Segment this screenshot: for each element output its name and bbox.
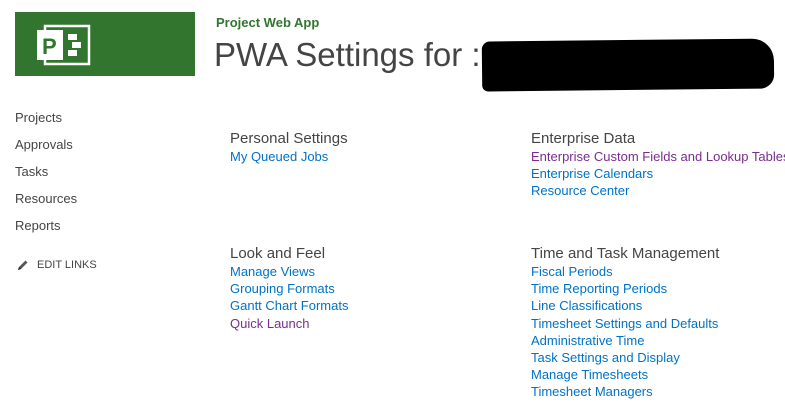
nav-item-projects[interactable]: Projects	[15, 109, 77, 136]
link-resource-center[interactable]: Resource Center	[531, 182, 785, 199]
pencil-icon	[18, 260, 28, 270]
project-logo-icon: P	[37, 24, 91, 66]
link-task-settings-and-display[interactable]: Task Settings and Display	[531, 349, 719, 366]
link-enterprise-calendars[interactable]: Enterprise Calendars	[531, 165, 785, 182]
link-my-queued-jobs[interactable]: My Queued Jobs	[230, 148, 348, 165]
nav-item-resources[interactable]: Resources	[15, 190, 77, 217]
section-personal-settings: Personal Settings My Queued Jobs	[230, 129, 348, 165]
redaction-mark	[481, 38, 775, 92]
link-manage-views[interactable]: Manage Views	[230, 263, 348, 280]
page-title: PWA Settings for :	[214, 36, 481, 73]
link-administrative-time[interactable]: Administrative Time	[531, 332, 719, 349]
section-heading: Time and Task Management	[531, 245, 720, 262]
link-timesheet-settings-and-defaults[interactable]: Timesheet Settings and Defaults	[531, 315, 719, 332]
section-time-and-task-management: Time and Task Management Fiscal Periods …	[531, 244, 719, 401]
edit-links-button[interactable]: EDIT LINKS	[17, 259, 97, 271]
section-heading: Look and Feel	[230, 245, 326, 262]
link-manage-timesheets[interactable]: Manage Timesheets	[531, 366, 719, 383]
nav-item-tasks[interactable]: Tasks	[15, 163, 77, 190]
link-enterprise-custom-fields[interactable]: Enterprise Custom Fields and Lookup Tabl…	[531, 148, 785, 165]
quick-launch-nav: Projects Approvals Tasks Resources Repor…	[15, 109, 77, 244]
link-line-classifications[interactable]: Line Classifications	[531, 297, 719, 314]
link-timesheet-managers[interactable]: Timesheet Managers	[531, 383, 719, 400]
link-time-reporting-periods[interactable]: Time Reporting Periods	[531, 280, 719, 297]
site-title[interactable]: Project Web App	[216, 15, 319, 30]
link-grouping-formats[interactable]: Grouping Formats	[230, 280, 348, 297]
edit-links-label: EDIT LINKS	[37, 259, 97, 271]
section-heading: Personal Settings	[230, 130, 348, 147]
section-look-and-feel: Look and Feel Manage Views Grouping Form…	[230, 244, 348, 332]
link-quick-launch[interactable]: Quick Launch	[230, 315, 348, 332]
link-fiscal-periods[interactable]: Fiscal Periods	[531, 263, 719, 280]
nav-item-reports[interactable]: Reports	[15, 217, 77, 244]
app-logo[interactable]: P	[15, 12, 195, 76]
section-enterprise-data: Enterprise Data Enterprise Custom Fields…	[531, 129, 785, 200]
section-heading: Enterprise Data	[531, 130, 636, 147]
link-gantt-chart-formats[interactable]: Gantt Chart Formats	[230, 297, 348, 314]
svg-text:P: P	[42, 34, 57, 59]
nav-item-approvals[interactable]: Approvals	[15, 136, 77, 163]
